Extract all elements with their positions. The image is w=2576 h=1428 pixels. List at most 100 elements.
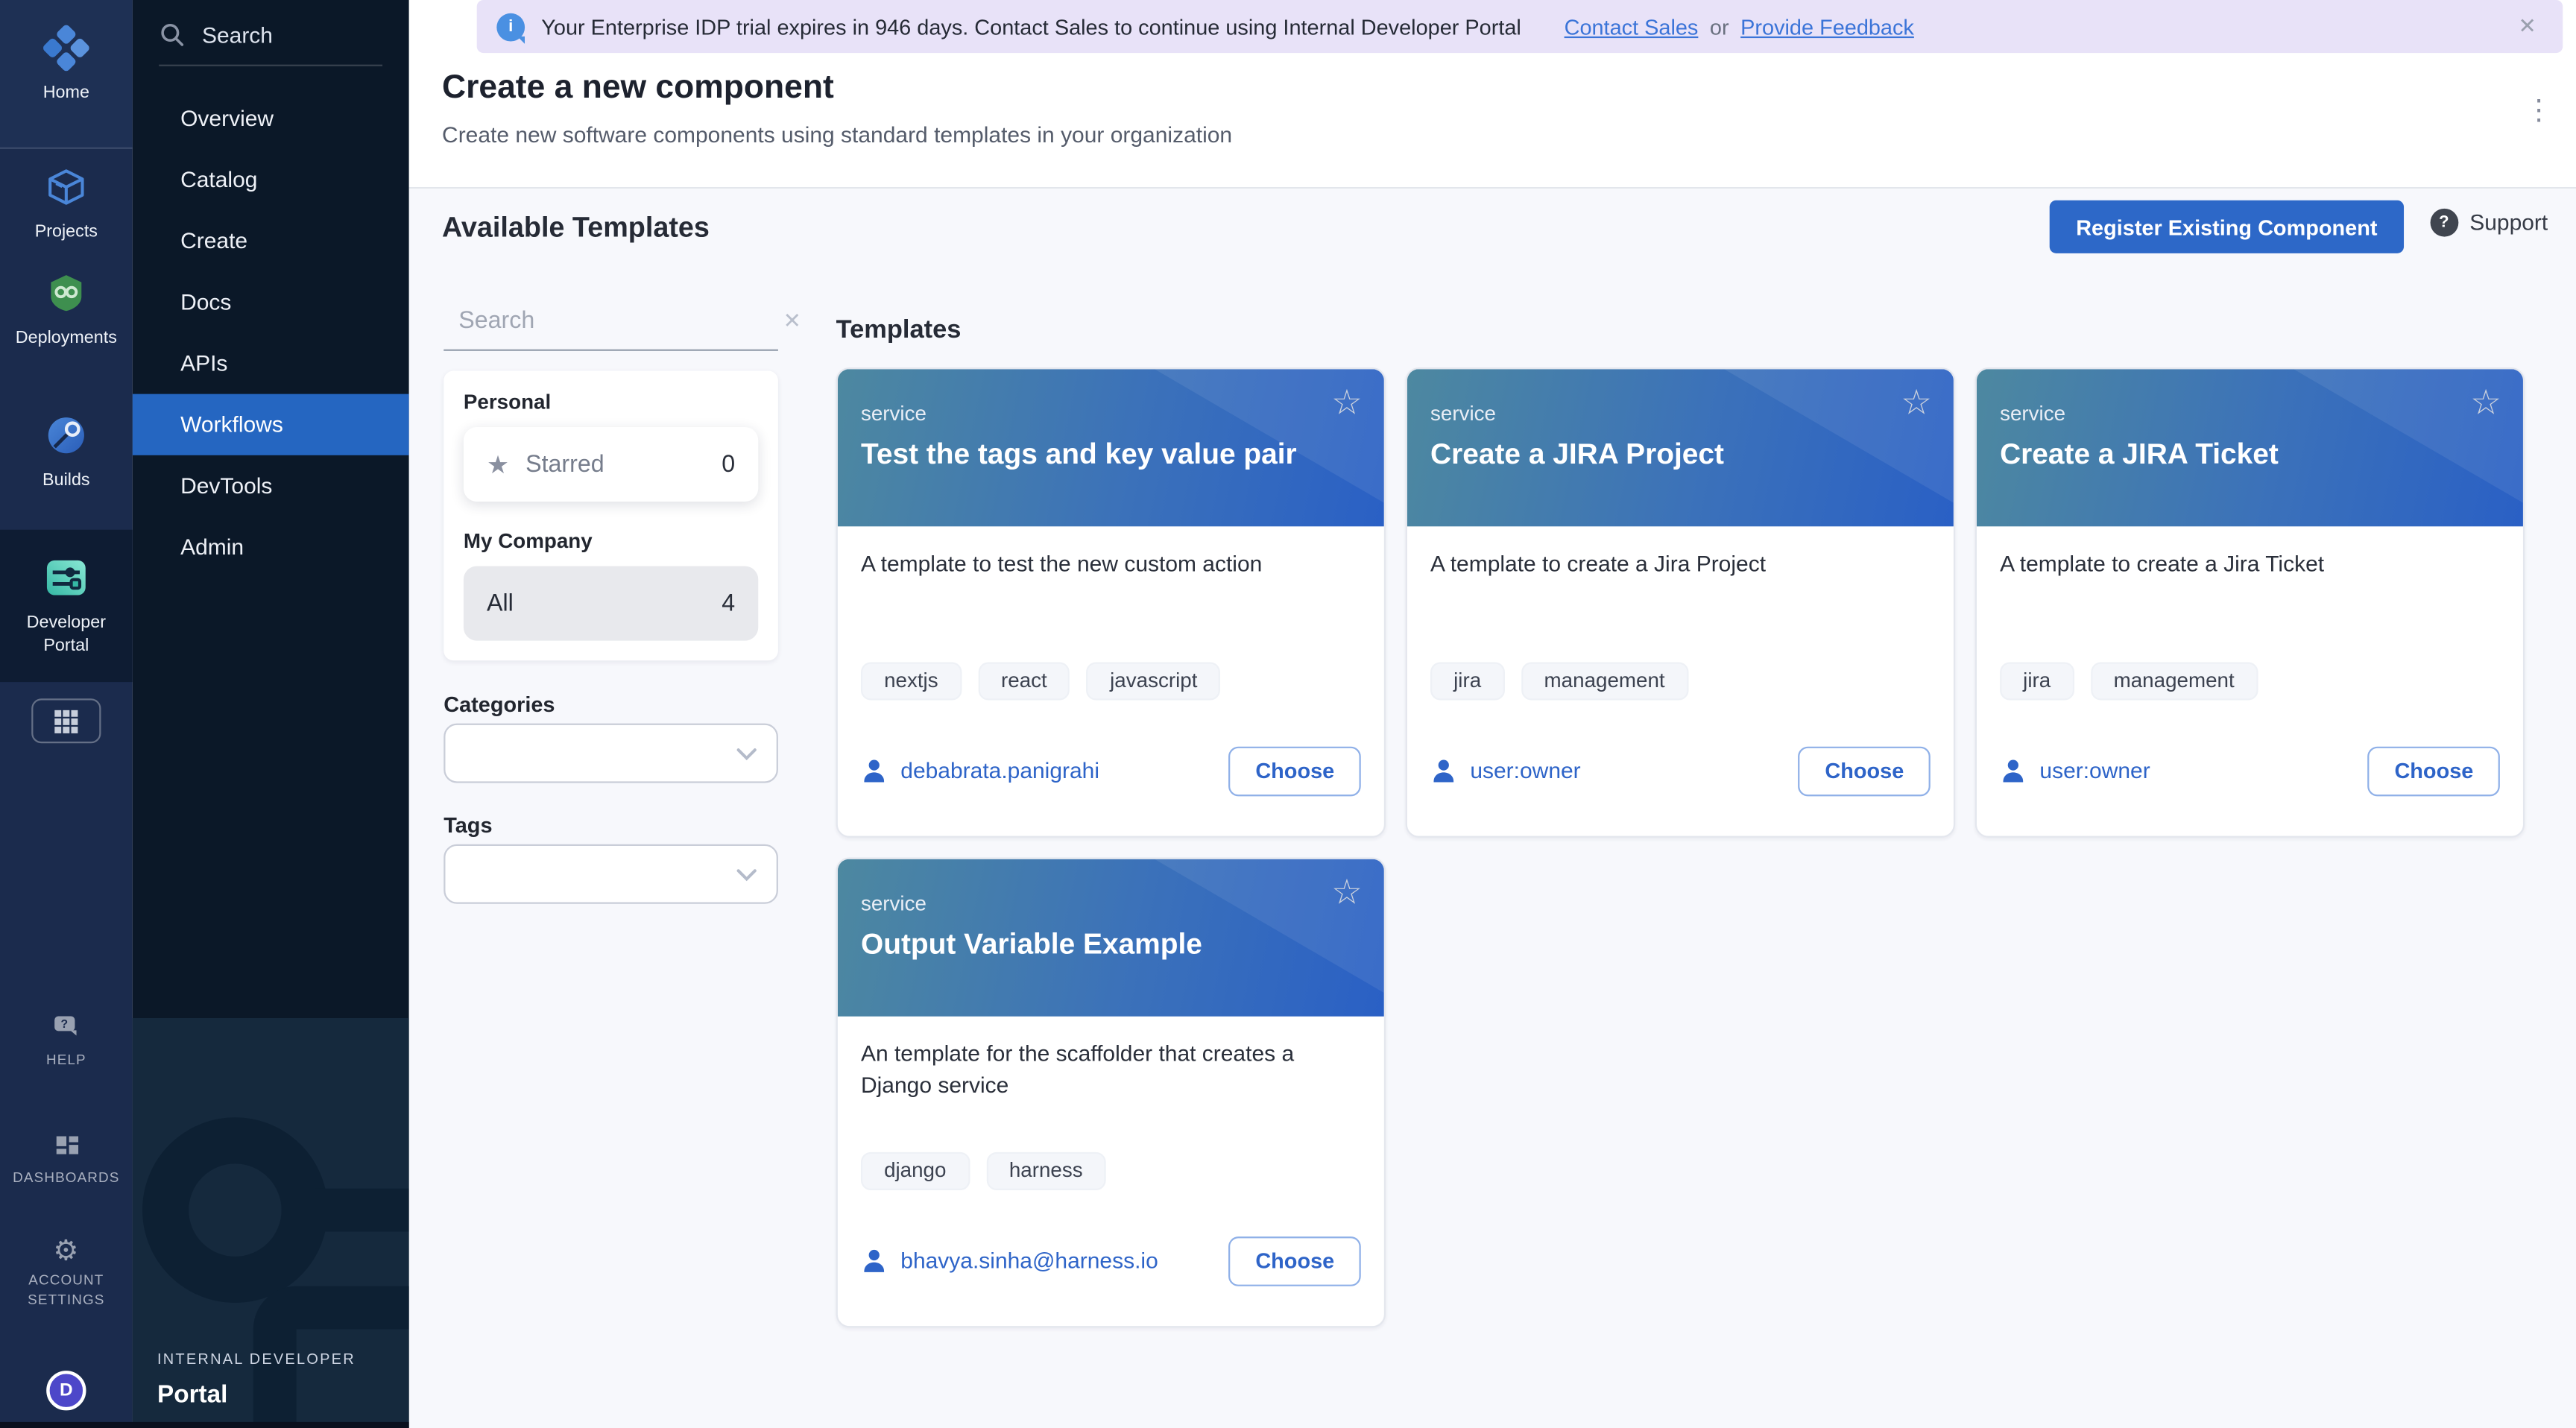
sidebar-item-catalog[interactable]: Catalog: [133, 149, 409, 210]
personal-label: Personal: [464, 391, 758, 414]
gear-icon: ⚙: [53, 1236, 79, 1265]
star-icon[interactable]: ☆: [1901, 382, 1932, 424]
choose-button[interactable]: Choose: [1229, 1236, 1361, 1286]
template-card-body: A template to test the new custom action…: [838, 526, 1384, 819]
rail-item-deployments[interactable]: Deployments: [0, 267, 133, 348]
module-picker-button[interactable]: [31, 698, 101, 743]
template-card-header: service Create a JIRA Project ☆: [1407, 369, 1954, 526]
rail-item-help[interactable]: ? HELP: [0, 1013, 133, 1067]
star-icon[interactable]: ☆: [2470, 382, 2501, 424]
chevron-down-icon: [736, 869, 757, 882]
rail-item-label: Developer: [27, 613, 106, 633]
template-type: service: [1430, 402, 1931, 426]
help-icon: ?: [51, 1013, 82, 1044]
template-owner-link[interactable]: user:owner: [1470, 759, 1580, 783]
template-owner-link[interactable]: user:owner: [2039, 759, 2150, 783]
rail-item-label: Projects: [35, 222, 98, 242]
templates-heading: Templates: [836, 316, 962, 346]
tag-pill: harness: [986, 1151, 1106, 1190]
template-title: Test the tags and key value pair: [861, 437, 1361, 472]
rail-item-builds[interactable]: Builds: [0, 409, 133, 490]
page-title: Create a new component: [442, 69, 2543, 107]
rail-item-label: Portal: [43, 636, 89, 656]
clear-search-icon[interactable]: ✕: [783, 307, 801, 334]
template-type: service: [861, 892, 1361, 915]
rail-item-label: HELP: [46, 1051, 86, 1067]
choose-button[interactable]: Choose: [1229, 746, 1361, 796]
decorative-circle: [142, 1117, 328, 1303]
grid-icon: [53, 708, 80, 735]
star-icon[interactable]: ☆: [1331, 382, 1363, 424]
template-owner-link[interactable]: debabrata.panigrahi: [900, 759, 1099, 783]
tag-pill: javascript: [1087, 662, 1220, 700]
chevron-down-icon: [736, 748, 757, 762]
templates-page: Available Templates Register Existing Co…: [409, 189, 2576, 1428]
sidebar-search-label: Search: [202, 22, 273, 47]
contact-sales-link[interactable]: Contact Sales: [1565, 14, 1699, 39]
star-icon[interactable]: ☆: [1331, 873, 1363, 914]
sidebar-item-workflows[interactable]: Workflows: [133, 394, 409, 455]
choose-button[interactable]: Choose: [2368, 746, 2500, 796]
module-rail: Home Projects Deployments: [0, 0, 133, 1428]
template-search: ✕: [443, 306, 778, 351]
provide-feedback-link[interactable]: Provide Feedback: [1740, 14, 1914, 39]
rail-item-projects[interactable]: Projects: [0, 160, 133, 241]
person-icon: [2000, 759, 2027, 783]
register-existing-component-button[interactable]: Register Existing Component: [2050, 200, 2404, 253]
builds-icon: [38, 409, 95, 462]
sidebar-item-devtools[interactable]: DevTools: [133, 455, 409, 516]
starred-filter-row[interactable]: ★ Starred 0: [464, 427, 758, 502]
template-card-footer: user:owner Choose: [2000, 746, 2500, 796]
rail-item-dashboards[interactable]: DASHBOARDS: [0, 1132, 133, 1185]
home-icon: [38, 22, 95, 75]
tags-label: Tags: [443, 813, 492, 838]
choose-button[interactable]: Choose: [1799, 746, 1931, 796]
rail-item-label: Builds: [42, 470, 90, 490]
template-card: service Create a JIRA Project ☆ A templa…: [1406, 367, 1955, 838]
sidebar-item-overview[interactable]: Overview: [133, 88, 409, 149]
sidebar-search[interactable]: Search: [133, 0, 409, 65]
sidebar-item-admin[interactable]: Admin: [133, 516, 409, 578]
support-button[interactable]: ? Support: [2430, 209, 2548, 237]
section-title: Available Templates: [442, 212, 710, 244]
sidebar-footer: INTERNAL DEVELOPER Portal: [133, 1018, 409, 1428]
trial-banner-message: Your Enterprise IDP trial expires in 946…: [541, 14, 1521, 39]
template-title: Output Variable Example: [861, 927, 1361, 962]
rail-item-label: SETTINGS: [28, 1291, 104, 1307]
categories-select[interactable]: [443, 724, 778, 783]
user-avatar[interactable]: D: [46, 1371, 86, 1410]
sidebar-item-create[interactable]: Create: [133, 210, 409, 271]
ownership-filter-panel: Personal ★ Starred 0 My Company All 4: [443, 371, 778, 661]
template-card-footer: debabrata.panigrahi Choose: [861, 746, 1361, 796]
template-search-input[interactable]: [458, 307, 768, 334]
sidebar-item-docs[interactable]: Docs: [133, 271, 409, 332]
template-description: A template to create a Jira Ticket: [2000, 549, 2500, 581]
sidebar-nav: Overview Catalog Create Docs APIs Workfl…: [133, 88, 409, 578]
all-filter-row[interactable]: All 4: [464, 566, 758, 641]
sidebar-footer-title: Portal: [157, 1380, 227, 1409]
sidebar-item-apis[interactable]: APIs: [133, 332, 409, 394]
person-icon: [1430, 759, 1457, 783]
sidebar-footer-eyebrow: INTERNAL DEVELOPER: [157, 1350, 356, 1367]
all-label: All: [487, 590, 514, 617]
idp-sidebar: Search Overview Catalog Create Docs APIs…: [133, 0, 409, 1428]
template-description: An template for the scaffolder that crea…: [861, 1040, 1341, 1102]
rail-item-label: Deployments: [16, 328, 117, 348]
template-owner-link[interactable]: bhavya.sinha@harness.io: [900, 1248, 1158, 1273]
rail-item-home[interactable]: Home: [0, 0, 133, 149]
kebab-menu-icon[interactable]: ⋮: [2525, 95, 2553, 127]
rail-item-developer-portal[interactable]: Developer Portal: [0, 530, 133, 682]
rail-item-account-settings[interactable]: ⚙ ACCOUNT SETTINGS: [0, 1236, 133, 1308]
template-title: Create a JIRA Ticket: [2000, 437, 2500, 472]
projects-icon: [38, 160, 95, 213]
svg-text:?: ?: [60, 1018, 68, 1031]
starred-count: 0: [722, 451, 735, 478]
tag-pill: jira: [1430, 662, 1504, 700]
tag-pill: jira: [2000, 662, 2074, 700]
tag-pill: react: [978, 662, 1070, 700]
decorative-bar: [315, 1189, 409, 1232]
template-card: service Create a JIRA Ticket ☆ A templat…: [1975, 367, 2525, 838]
banner-close-icon[interactable]: ✕: [2519, 13, 2536, 40]
tags-select[interactable]: [443, 844, 778, 904]
template-card: service Test the tags and key value pair…: [836, 367, 1386, 838]
